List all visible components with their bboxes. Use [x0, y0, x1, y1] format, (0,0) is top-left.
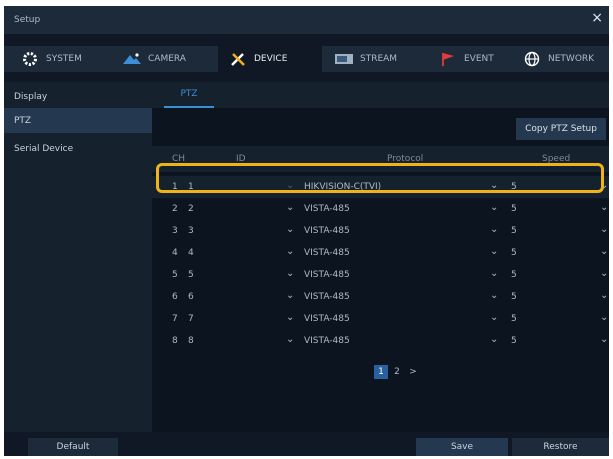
default-button[interactable]: Default — [28, 438, 118, 456]
cell-ch: 5 — [172, 270, 178, 280]
sidebar-item-label: PTZ — [14, 115, 32, 126]
save-button[interactable]: Save — [416, 438, 508, 456]
tab-system-label: SYSTEM — [46, 54, 82, 64]
cell-ch: 2 — [172, 204, 178, 214]
row-highlight-box — [156, 163, 604, 193]
id-select[interactable]: 4 — [188, 248, 194, 258]
sidebar: Display PTZ Serial Device — [4, 82, 152, 432]
ptz-panel: PTZ Copy PTZ Setup CH ID Protocol Speed … — [152, 82, 609, 432]
tab-camera[interactable]: CAMERA — [122, 46, 186, 72]
speed-select[interactable]: 5 — [511, 314, 517, 324]
chevron-down-icon[interactable]: ⌄ — [490, 334, 498, 345]
tab-stream[interactable]: STREAM — [334, 46, 397, 72]
sidebar-item-serial-device[interactable]: Serial Device — [4, 136, 152, 161]
table-row: 3 3 VISTA-485 5 ⌄ ⌄ ⌄ — [152, 220, 609, 242]
chevron-down-icon[interactable]: ⌄ — [286, 224, 294, 235]
speed-select[interactable]: 5 — [511, 248, 517, 258]
chevron-down-icon[interactable]: ⌄ — [600, 290, 608, 301]
protocol-select[interactable]: VISTA-485 — [304, 336, 350, 346]
chevron-down-icon[interactable]: ⌄ — [286, 334, 294, 345]
id-select[interactable]: 7 — [188, 314, 194, 324]
tab-network[interactable]: NETWORK — [522, 46, 594, 72]
sidebar-item-ptz[interactable]: PTZ — [4, 108, 152, 133]
tab-ptz[interactable]: PTZ — [164, 82, 214, 108]
chevron-down-icon[interactable]: ⌄ — [600, 268, 608, 279]
camera-icon — [122, 51, 142, 67]
main-tabs: SYSTEM CAMERA DEVICE STREAM EVENT NETWOR… — [4, 46, 609, 72]
tools-icon — [228, 51, 248, 67]
speed-select[interactable]: 5 — [511, 270, 517, 280]
cell-ch: 7 — [172, 314, 178, 324]
tab-stream-label: STREAM — [360, 54, 398, 64]
chevron-down-icon[interactable]: ⌄ — [286, 246, 294, 257]
sidebar-item-label: Serial Device — [14, 143, 74, 154]
chevron-down-icon[interactable]: ⌄ — [490, 202, 498, 213]
sidebar-item-display[interactable]: Display — [4, 84, 152, 109]
chevron-down-icon[interactable]: ⌄ — [286, 268, 294, 279]
table-row: 4 4 VISTA-485 5 ⌄ ⌄ ⌄ — [152, 242, 609, 264]
table-row: 6 6 VISTA-485 5 ⌄ ⌄ ⌄ — [152, 286, 609, 308]
restore-button[interactable]: Restore — [512, 438, 609, 456]
tab-device[interactable]: DEVICE — [218, 46, 322, 72]
cell-ch: 8 — [172, 336, 178, 346]
chevron-down-icon[interactable]: ⌄ — [490, 268, 498, 279]
cell-ch: 3 — [172, 226, 178, 236]
gear-icon — [20, 51, 40, 67]
table-row: 2 2 VISTA-485 5 ⌄ ⌄ ⌄ — [152, 198, 609, 220]
stream-icon — [334, 51, 354, 67]
id-select[interactable]: 6 — [188, 292, 194, 302]
page-1-button[interactable]: 1 — [374, 365, 388, 379]
globe-icon — [522, 51, 542, 67]
tab-device-label: DEVICE — [254, 54, 288, 64]
table-row: 7 7 VISTA-485 5 ⌄ ⌄ ⌄ — [152, 308, 609, 330]
protocol-select[interactable]: VISTA-485 — [304, 226, 350, 236]
protocol-select[interactable]: VISTA-485 — [304, 314, 350, 324]
setup-window: Setup × SYSTEM CAMERA DEVICE STREAM EVEN… — [4, 6, 609, 456]
protocol-select[interactable]: VISTA-485 — [304, 204, 350, 214]
speed-select[interactable]: 5 — [511, 226, 517, 236]
footer-bar: Default Save Restore — [4, 438, 609, 456]
chevron-down-icon[interactable]: ⌄ — [600, 312, 608, 323]
speed-select[interactable]: 5 — [511, 292, 517, 302]
sidebar-item-label: Display — [14, 91, 48, 102]
next-page-button[interactable]: > — [406, 365, 420, 379]
subtab-bar: PTZ — [152, 82, 609, 108]
id-select[interactable]: 5 — [188, 270, 194, 280]
protocol-select[interactable]: VISTA-485 — [304, 292, 350, 302]
chevron-down-icon[interactable]: ⌄ — [600, 202, 608, 213]
page-2-button[interactable]: 2 — [390, 365, 404, 379]
chevron-down-icon[interactable]: ⌄ — [490, 290, 498, 301]
flag-icon — [438, 51, 458, 67]
protocol-select[interactable]: VISTA-485 — [304, 248, 350, 258]
tab-network-label: NETWORK — [548, 54, 595, 64]
tab-event-label: EVENT — [464, 54, 494, 64]
chevron-down-icon[interactable]: ⌄ — [490, 312, 498, 323]
id-select[interactable]: 3 — [188, 226, 194, 236]
cell-ch: 4 — [172, 248, 178, 258]
cell-ch: 6 — [172, 292, 178, 302]
chevron-down-icon[interactable]: ⌄ — [600, 246, 608, 257]
title-bar: Setup × — [4, 6, 609, 34]
id-select[interactable]: 8 — [188, 336, 194, 346]
id-select[interactable]: 2 — [188, 204, 194, 214]
chevron-down-icon[interactable]: ⌄ — [600, 334, 608, 345]
pagination: 1 2 > — [374, 364, 422, 380]
tab-system[interactable]: SYSTEM — [20, 46, 82, 72]
chevron-down-icon[interactable]: ⌄ — [490, 224, 498, 235]
table-row: 5 5 VISTA-485 5 ⌄ ⌄ ⌄ — [152, 264, 609, 286]
speed-select[interactable]: 5 — [511, 336, 517, 346]
copy-ptz-setup-button[interactable]: Copy PTZ Setup — [516, 118, 606, 140]
tab-camera-label: CAMERA — [148, 54, 186, 64]
chevron-down-icon[interactable]: ⌄ — [286, 312, 294, 323]
protocol-select[interactable]: VISTA-485 — [304, 270, 350, 280]
chevron-down-icon[interactable]: ⌄ — [286, 290, 294, 301]
table-row: 8 8 VISTA-485 5 ⌄ ⌄ ⌄ — [152, 330, 609, 352]
close-button[interactable]: × — [591, 11, 603, 25]
chevron-down-icon[interactable]: ⌄ — [490, 246, 498, 257]
chevron-down-icon[interactable]: ⌄ — [600, 224, 608, 235]
speed-select[interactable]: 5 — [511, 204, 517, 214]
chevron-down-icon[interactable]: ⌄ — [286, 202, 294, 213]
window-title: Setup — [14, 15, 41, 25]
tab-event[interactable]: EVENT — [438, 46, 494, 72]
